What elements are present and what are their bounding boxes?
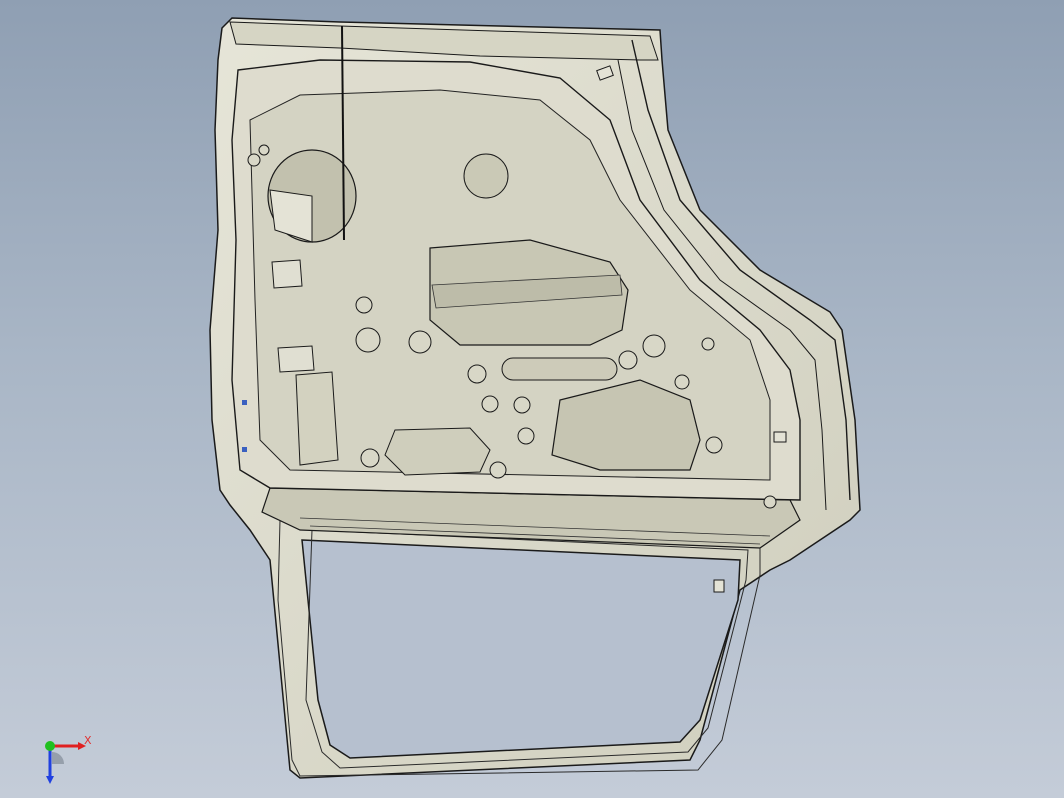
hole <box>355 296 373 314</box>
clip <box>773 431 787 443</box>
hole <box>517 427 535 445</box>
marker <box>242 447 247 452</box>
clip <box>713 579 725 593</box>
upper-round-hole <box>463 153 509 199</box>
lower-pocket <box>384 427 491 476</box>
marker <box>242 400 247 405</box>
hole <box>360 448 380 468</box>
hole <box>763 495 777 509</box>
hole <box>467 364 487 384</box>
hole <box>642 334 666 358</box>
triad-shadow <box>52 752 64 764</box>
x-axis-label: X <box>84 734 92 747</box>
cad-3d-viewport[interactable]: X <box>0 0 1064 798</box>
window-opening <box>301 539 741 759</box>
hole <box>674 374 690 390</box>
hole <box>489 461 507 479</box>
latch-reinforcement <box>295 371 339 466</box>
hole <box>481 395 499 413</box>
hole <box>701 337 715 351</box>
coordinate-triad: X <box>40 732 100 788</box>
hole <box>258 144 270 156</box>
hole <box>408 330 432 354</box>
y-axis-dot <box>45 741 55 751</box>
hole <box>355 327 381 353</box>
hole <box>618 350 638 370</box>
hinge-bracket <box>271 259 303 289</box>
hinge-bracket-2 <box>277 345 315 373</box>
hole <box>705 436 723 454</box>
hole <box>247 153 261 167</box>
door-inner-panel-model[interactable] <box>0 0 1064 798</box>
z-axis-arrowhead <box>46 776 54 784</box>
horizontal-slot <box>501 357 618 381</box>
hole <box>513 396 531 414</box>
